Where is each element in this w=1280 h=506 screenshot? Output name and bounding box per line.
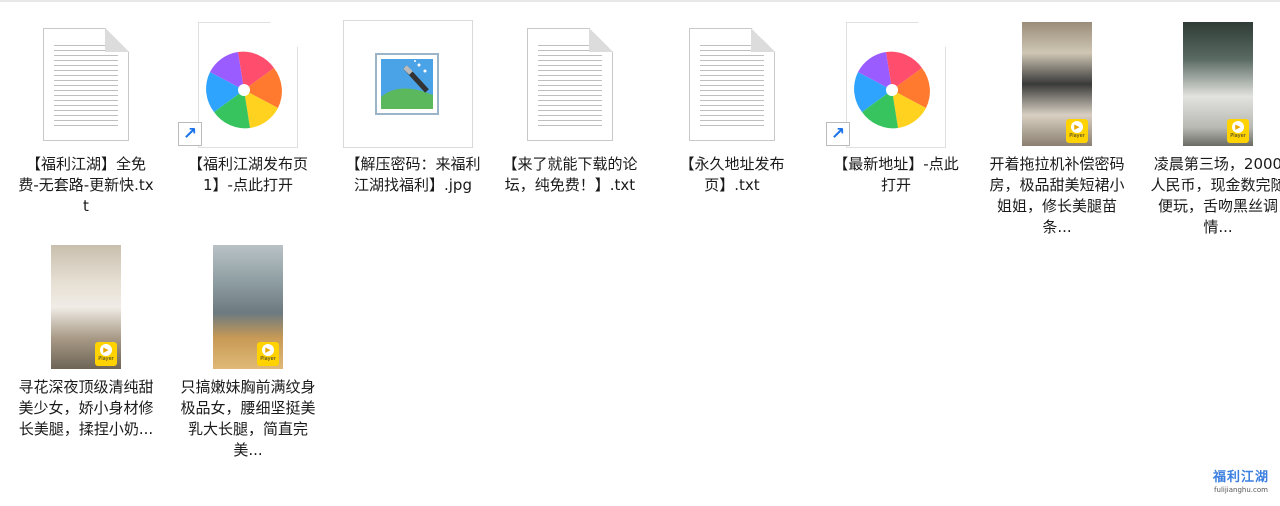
file-name: 【最新地址】-点此打开 [833,155,959,194]
player-badge: ▶ Player [257,342,279,366]
file-name: 寻花深夜顶级清纯甜美少女，娇小身材修长美腿，揉捏小奶... [18,378,154,438]
file-name: 【解压密码：来福利江湖找福利】.jpg [345,155,481,194]
file-name: 【来了就能下载的论坛，纯免费！】.txt [502,155,638,194]
file-thumbnail: ▶ Player [178,243,318,373]
browser-shortcut-icon [206,51,282,129]
file-item[interactable]: ▶ Player 开着拖拉机补偿密码房，极品甜美短裙小姐姐，修长美腿苗条... [987,20,1127,238]
file-thumbnail [343,20,483,150]
file-item[interactable]: 【福利江湖】全免费-无套路-更新快.txt [16,20,156,217]
document-icon [527,28,613,141]
file-item[interactable]: 【永久地址发布页】.txt [662,20,802,196]
file-thumbnail: ▶ Player [987,20,1127,150]
file-name: 【福利江湖】全免费-无套路-更新快.txt [18,155,154,215]
photo-icon [375,53,439,115]
file-thumbnail: ▶ Player [1148,20,1280,150]
file-name: 【福利江湖发布页1】-点此打开 [187,155,308,194]
video-thumbnail: ▶ Player [213,245,283,369]
player-badge: ▶ Player [1227,119,1249,143]
player-badge: ▶ Player [95,342,117,366]
player-badge: ▶ Player [1066,119,1088,143]
shortcut-arrow-icon: ↗ [178,122,202,146]
watermark-logo: 福利江湖 fulijianghu.com [1212,470,1269,494]
file-thumbnail [16,20,156,150]
file-thumbnail: ↗ [826,20,966,150]
file-item[interactable]: ↗ 【福利江湖发布页1】-点此打开 [178,20,318,196]
file-item[interactable]: 【来了就能下载的论坛，纯免费！】.txt [500,20,640,196]
shortcut-arrow-icon: ↗ [826,122,850,146]
file-item[interactable]: 【解压密码：来福利江湖找福利】.jpg [343,20,483,196]
file-thumbnail [662,20,802,150]
document-icon [43,28,129,141]
file-name: 只搞嫩妹胸前满纹身极品女，腰细坚挺美乳大长腿，简直完美... [180,378,316,459]
file-item[interactable]: ↗ 【最新地址】-点此打开 [826,20,966,196]
top-divider [0,0,1280,2]
file-name: 开着拖拉机补偿密码房，极品甜美短裙小姐姐，修长美腿苗条... [989,155,1125,236]
file-item[interactable]: ▶ Player 寻花深夜顶级清纯甜美少女，娇小身材修长美腿，揉捏小奶... [16,243,156,440]
file-thumbnail [500,20,640,150]
file-thumbnail: ▶ Player [16,243,156,373]
file-item[interactable]: ▶ Player 只搞嫩妹胸前满纹身极品女，腰细坚挺美乳大长腿，简直完美... [178,243,318,461]
video-thumbnail: ▶ Player [1183,22,1253,146]
video-thumbnail: ▶ Player [1022,22,1092,146]
video-thumbnail: ▶ Player [51,245,121,369]
file-thumbnail: ↗ [178,20,318,150]
document-icon [689,28,775,141]
file-name: 【永久地址发布页】.txt [679,155,785,194]
file-name: 凌晨第三场，2000人民币，现金数完随便玩，舌吻黑丝调情... [1150,155,1280,236]
file-item[interactable]: ▶ Player 凌晨第三场，2000人民币，现金数完随便玩，舌吻黑丝调情... [1148,20,1280,238]
browser-shortcut-icon [854,51,930,129]
